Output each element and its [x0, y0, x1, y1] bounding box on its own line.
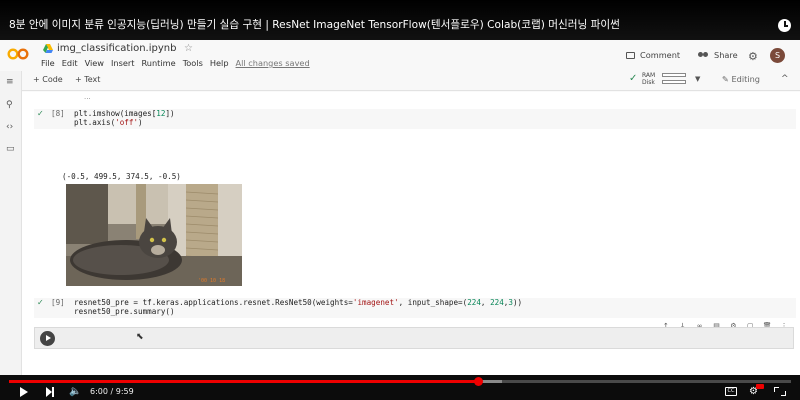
collapse-icon[interactable]: ^ — [781, 74, 789, 84]
time-display: 6:00 / 9:59 — [90, 387, 134, 396]
next-icon[interactable] — [46, 387, 54, 397]
menu-tools[interactable]: Tools — [183, 58, 203, 68]
menu-help[interactable]: Help — [210, 58, 229, 68]
colab-window: img_classification.ipynb ☆ File Edit Vie… — [0, 40, 800, 375]
menu-bar: File Edit View Insert Runtime Tools Help… — [41, 58, 317, 68]
drive-icon — [43, 44, 53, 53]
disk-label: Disk — [642, 79, 655, 86]
resource-bars[interactable] — [662, 73, 686, 87]
menu-view[interactable]: View — [85, 58, 104, 68]
code-text[interactable]: resnet50_pre = tf.keras.applications.res… — [74, 298, 522, 316]
comment-button[interactable]: Comment — [626, 50, 680, 60]
comment-label: Comment — [640, 50, 681, 60]
colab-header: img_classification.ipynb ☆ File Edit Vie… — [0, 40, 800, 71]
editing-mode-button[interactable]: ✎ Editing — [722, 74, 760, 84]
video-top-overlay: 8분 안에 이미지 분류 인공지능(딥러닝) 만들기 실습 구현 | ResNe… — [0, 0, 800, 40]
progress-bar[interactable] — [9, 377, 791, 386]
share-button[interactable]: Share — [698, 50, 738, 60]
menu-insert[interactable]: Insert — [111, 58, 134, 68]
left-sidebar: ≡ ⚲ ‹› ▭ — [0, 71, 22, 375]
check-icon: ✓ — [629, 73, 638, 84]
cat-image: '00 10 18 — [66, 184, 242, 286]
code-cell[interactable]: ✓ [8] plt.imshow(images[12]) plt.axis('o… — [34, 109, 796, 129]
colab-logo-icon[interactable] — [7, 48, 29, 60]
ram-label: RAM — [642, 72, 656, 79]
video-controls: 🔈 6:00 / 9:59 CC ⚙ — [0, 375, 800, 400]
toc-icon[interactable]: ≡ — [6, 77, 14, 87]
folder-icon[interactable]: ▭ — [6, 144, 15, 154]
run-check-icon[interactable]: ✓ — [37, 109, 44, 118]
comment-icon — [626, 51, 635, 59]
play-icon[interactable] — [20, 387, 28, 397]
star-icon[interactable]: ☆ — [184, 43, 193, 54]
exec-count: [8] — [51, 109, 65, 118]
fullscreen-icon[interactable] — [774, 387, 786, 396]
menu-runtime[interactable]: Runtime — [141, 58, 175, 68]
code-snippets-icon[interactable]: ‹› — [6, 122, 13, 132]
people-icon — [698, 51, 709, 59]
disk-bar — [662, 80, 686, 84]
subtitles-icon[interactable]: CC — [725, 387, 737, 396]
notebook-toolbar: + Code + Text ✓ RAM Disk ▼ ✎ Editing ^ — [0, 71, 800, 91]
save-status[interactable]: All changes saved — [236, 58, 310, 68]
notebook-content: ... ✓ [8] plt.imshow(images[12]) plt.axi… — [22, 92, 800, 375]
empty-code-cell[interactable] — [34, 327, 794, 349]
photo-timestamp: '00 10 18 — [198, 278, 225, 284]
watch-later-icon[interactable] — [778, 19, 791, 32]
notebook-title[interactable]: img_classification.ipynb — [57, 43, 176, 54]
share-label: Share — [714, 50, 738, 60]
gear-icon[interactable]: ⚙ — [748, 50, 758, 63]
resource-labels[interactable]: RAM Disk — [642, 72, 655, 86]
run-cell-button[interactable] — [40, 331, 55, 346]
mouse-cursor-icon: ⬉ — [136, 332, 144, 342]
code-cell[interactable]: ✓ [9] resnet50_pre = tf.keras.applicatio… — [34, 298, 796, 318]
search-icon[interactable]: ⚲ — [6, 100, 13, 110]
add-code-button[interactable]: + Code — [33, 75, 63, 84]
progress-knob[interactable] — [473, 377, 483, 386]
chevron-down-icon[interactable]: ▼ — [695, 75, 700, 83]
ram-bar — [662, 73, 686, 77]
exec-count: [9] — [51, 298, 65, 307]
video-title[interactable]: 8분 안에 이미지 분류 인공지능(딥러닝) 만들기 실습 구현 | ResNe… — [9, 17, 620, 32]
run-check-icon[interactable]: ✓ — [37, 298, 44, 307]
previous-output-tail: ... — [84, 93, 91, 101]
add-text-button[interactable]: + Text — [75, 75, 100, 84]
code-text[interactable]: plt.imshow(images[12]) plt.axis('off') — [74, 109, 175, 127]
menu-edit[interactable]: Edit — [62, 58, 78, 68]
hd-badge — [756, 384, 764, 389]
editing-label: Editing — [731, 74, 760, 84]
avatar[interactable]: S — [770, 48, 785, 63]
volume-icon[interactable]: 🔈 — [69, 387, 81, 397]
cell-output: (-0.5, 499.5, 374.5, -0.5) — [62, 172, 181, 181]
menu-file[interactable]: File — [41, 58, 55, 68]
progress-played — [9, 380, 479, 383]
